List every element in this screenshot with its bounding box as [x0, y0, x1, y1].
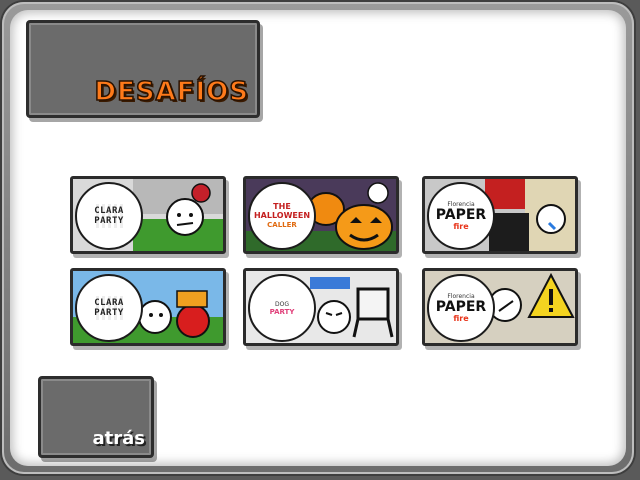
challenge-card-2[interactable]: THE HALLOWEEN CALLER [243, 176, 399, 254]
clara-party-logo: CLARA PARTY [75, 274, 143, 342]
logo-text-line: fire [453, 222, 469, 231]
page-title: DESAFÍOS [94, 76, 249, 108]
logo-text-line: CALLER [267, 221, 297, 229]
logo-text-line: HALLOWEEN [253, 211, 311, 220]
clara-party-logo: CLARA PARTY [75, 182, 143, 250]
title-panel: DESAFÍOS [26, 20, 260, 118]
challenge-card-4[interactable]: CLARA PARTY [70, 268, 226, 346]
logo-text-line: PAPER [435, 299, 487, 315]
logo-text-line: PARTY [94, 216, 124, 226]
logo-text-line: CLARA [94, 206, 124, 216]
dog-party-logo: DOG PARTY [248, 274, 316, 342]
challenge-card-1[interactable]: CLARA PARTY [70, 176, 226, 254]
paper-fire-logo: Florencia PAPER fire [427, 182, 495, 250]
logo-text-line: CLARA [94, 298, 124, 308]
halloween-logo: THE HALLOWEEN CALLER [248, 182, 316, 250]
logo-text-line: DOG [274, 300, 289, 308]
logo-text-line: PARTY [269, 307, 295, 316]
logo-text-line: THE [273, 202, 291, 211]
logo-text-line: PARTY [94, 308, 124, 318]
challenge-card-3[interactable]: Florencia PAPER fire [422, 176, 578, 254]
back-button-label: atrás [92, 428, 146, 449]
paper-fire-logo: Florencia PAPER fire [427, 274, 495, 342]
logo-text-line: fire [453, 314, 469, 323]
back-button[interactable]: atrás [38, 376, 154, 458]
logo-text-line: PAPER [435, 207, 487, 223]
challenge-card-6[interactable]: Florencia PAPER fire [422, 268, 578, 346]
challenge-card-5[interactable]: DOG PARTY [243, 268, 399, 346]
